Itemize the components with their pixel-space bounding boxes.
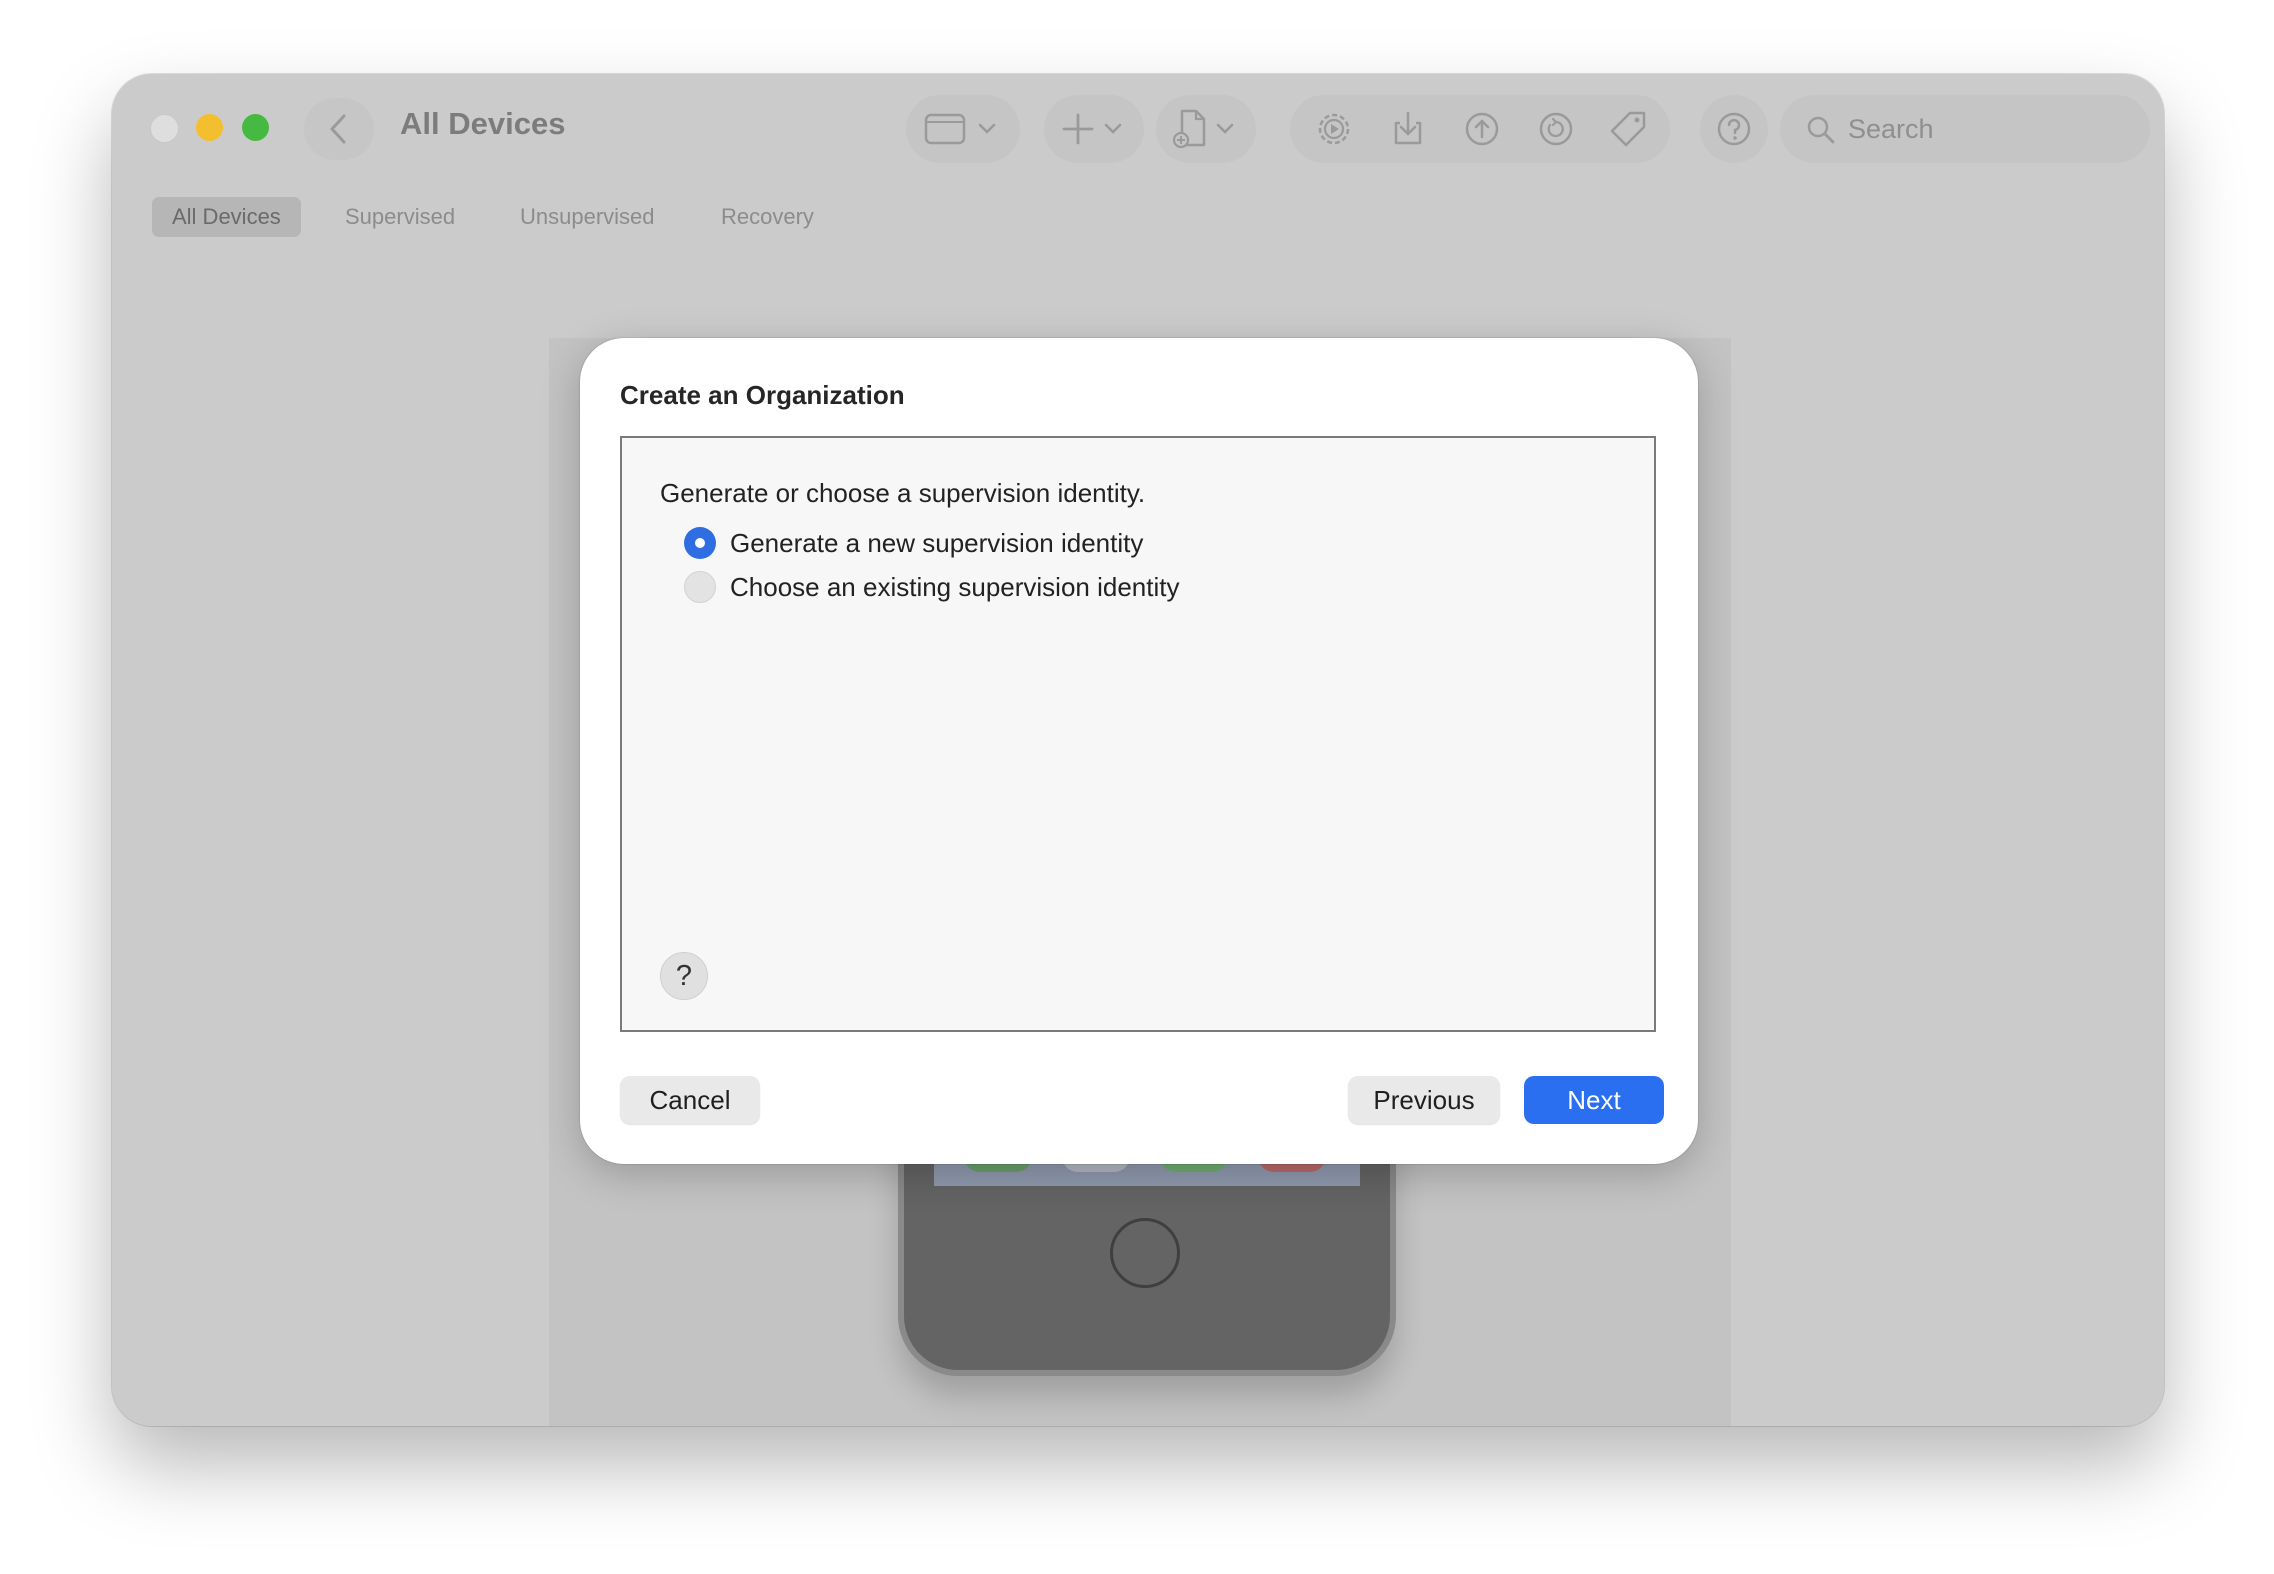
create-organization-sheet: Create an Organization Generate or choos… xyxy=(580,338,1698,1164)
add-document-button[interactable] xyxy=(1156,95,1256,163)
sheet-title: Create an Organization xyxy=(620,380,905,410)
next-button[interactable]: Next xyxy=(1524,1076,1664,1124)
search-icon xyxy=(1807,116,1835,144)
tab-supervised[interactable]: Supervised xyxy=(325,197,475,237)
radio-generate-identity[interactable]: Generate a new supervision identity xyxy=(684,526,1143,560)
radio-label: Generate a new supervision identity xyxy=(730,527,1144,558)
add-document-icon xyxy=(1172,109,1234,149)
restore-icon[interactable] xyxy=(1536,109,1576,149)
download-icon[interactable] xyxy=(1388,109,1428,149)
actions-group xyxy=(1290,95,1670,163)
search-input[interactable] xyxy=(1780,95,2150,163)
upload-icon[interactable] xyxy=(1462,109,1502,149)
radio-label: Choose an existing supervision identity xyxy=(730,571,1180,602)
prompt-text: Generate or choose a supervision identit… xyxy=(660,478,1146,508)
radio-choose-identity[interactable]: Choose an existing supervision identity xyxy=(684,570,1179,604)
tag-icon[interactable] xyxy=(1608,109,1648,149)
supervision-identity-panel: Generate or choose a supervision identit… xyxy=(620,436,1656,1032)
view-options-button[interactable] xyxy=(906,95,1020,163)
window-minimize-button[interactable] xyxy=(196,114,223,141)
tab-unsupervised[interactable]: Unsupervised xyxy=(500,197,675,237)
plus-icon xyxy=(1062,113,1122,145)
search-placeholder: Search xyxy=(1848,114,1934,144)
radio-button-unselected[interactable] xyxy=(684,571,716,603)
help-toolbar-button[interactable] xyxy=(1700,95,1768,163)
back-button[interactable] xyxy=(304,98,374,160)
window-close-button[interactable] xyxy=(150,114,179,143)
tab-recovery[interactable]: Recovery xyxy=(701,197,834,237)
help-icon xyxy=(1717,112,1751,146)
add-button[interactable] xyxy=(1044,95,1144,163)
settings-gear-icon[interactable] xyxy=(1314,109,1354,149)
cancel-button[interactable]: Cancel xyxy=(620,1076,760,1124)
window-title: All Devices xyxy=(400,106,566,141)
sidebar-window-icon xyxy=(924,113,996,145)
tab-all-devices[interactable]: All Devices xyxy=(152,197,301,237)
radio-button-selected[interactable] xyxy=(684,527,716,559)
home-button xyxy=(1110,1218,1180,1288)
chevron-left-icon xyxy=(330,114,346,144)
window-zoom-button[interactable] xyxy=(242,114,269,141)
help-button[interactable]: ? xyxy=(660,952,708,1000)
previous-button[interactable]: Previous xyxy=(1348,1076,1500,1124)
